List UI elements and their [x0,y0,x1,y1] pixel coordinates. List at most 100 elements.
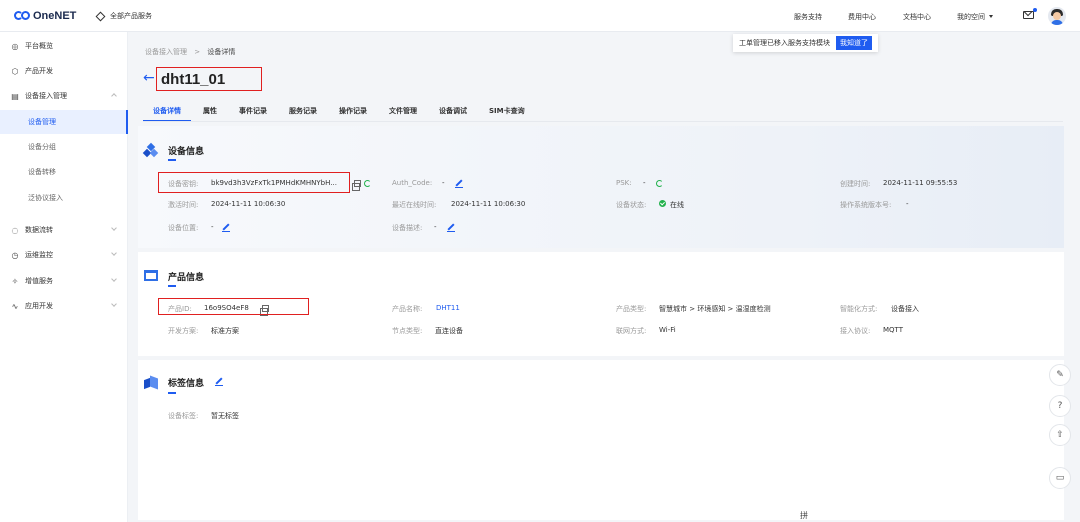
monitor-icon: ◷ [11,250,19,260]
edit-pencil-icon[interactable] [222,223,230,231]
tab-device-debug[interactable]: 设备调试 [439,103,467,120]
mail-icon[interactable] [1023,11,1034,19]
notice-dismiss-button[interactable]: 我知道了 [836,36,872,50]
nav-service-support[interactable]: 服务支持 [794,12,822,22]
app-dev-icon: ∿ [11,301,19,311]
edit-pencil-icon[interactable] [215,377,223,385]
sidebar-item-label: 应用开发 [25,302,53,310]
device-cube-icon [142,142,159,158]
my-space-menu[interactable]: 我的空间 [957,12,993,22]
diamond-icon [95,11,106,21]
tab-attributes[interactable]: 属性 [203,103,217,120]
avatar[interactable] [1048,7,1066,25]
chevron-down-icon [111,225,117,231]
sidebar-subitem-device-group[interactable]: 设备分组 [0,135,128,159]
device-desc-value: - [434,223,437,231]
highlight-box-device-key [158,172,350,193]
sidebar-subitem-generic-protocol[interactable]: 泛协议接入 [0,186,128,210]
node-type-value: 直连设备 [435,327,463,335]
panel-icon: ▭ [1055,473,1065,483]
sidebar-item-label: 产品开发 [25,67,53,75]
psk-value: - [643,179,646,187]
back-to-top-button[interactable]: ⇧ [1049,424,1071,446]
notification-dot [1033,8,1037,12]
tab-device-details[interactable]: 设备详情 [143,103,191,122]
online-check-icon [659,200,666,207]
sidebar-item-product-dev[interactable]: ⬡ 产品开发 [0,59,128,83]
logo-icon [14,10,32,22]
feedback-edit-button[interactable]: ✎ [1049,364,1071,386]
my-space-label: 我的空间 [957,13,985,21]
dashboard-icon: ◎ [11,41,19,51]
sidebar-subitem-device-transfer[interactable]: 设备转移 [0,160,128,184]
question-icon: ? [1057,401,1063,411]
tab-bar: 设备详情 属性 事件记录 服务记录 操作记录 文件管理 设备调试 SIM卡查询 [143,103,547,122]
sidebar-item-device-access[interactable]: ▤ 设备接入管理 [0,84,128,108]
activated-time-value: 2024-11-11 10:06:30 [211,200,286,208]
sidebar-item-data-flow[interactable]: ◌ 数据流转 [0,218,128,242]
device-status-label: 设备状态: [616,201,647,209]
dev-plan-value: 标准方案 [211,327,239,335]
breadcrumb: 设备接入管理 > 设备详情 [145,47,235,57]
device-tags-label: 设备标签: [168,412,199,420]
node-type-label: 节点类型: [392,327,423,335]
refresh-icon[interactable] [656,180,663,187]
notice-banner: 工单管理已移入服务支持模块 我知道了 [733,34,878,52]
tag-info-icon [144,375,158,390]
sidebar: ◎ 平台概览 ⬡ 产品开发 ▤ 设备接入管理 设备管理 设备分组 设备转移 泛协… [0,32,128,522]
product-type-value: 智慧城市 > 环境感知 > 温湿度检测 [659,305,771,313]
edit-underline [447,231,455,232]
os-version-label: 操作系统版本号: [840,201,892,209]
all-products-menu[interactable]: 全部产品服务 [95,11,152,21]
help-button[interactable]: ? [1049,395,1071,417]
onenet-logo[interactable]: OneNET [14,9,76,23]
tag-info-title: 标签信息 [168,379,205,389]
sidebar-item-app-dev[interactable]: ∿ 应用开发 [0,294,128,318]
nav-billing-center[interactable]: 费用中心 [848,12,876,22]
device-info-title: 设备信息 [168,147,205,157]
copy-icon[interactable] [352,180,361,191]
device-location-value: - [211,223,214,231]
sidebar-item-label: 平台概览 [25,42,53,50]
value-added-icon: ✧ [11,276,19,286]
auth-code-label: Auth_Code: [392,179,433,187]
sidebar-item-overview[interactable]: ◎ 平台概览 [0,34,128,58]
tab-service-records[interactable]: 服务记录 [289,103,317,120]
sidebar-item-monitoring[interactable]: ◷ 运维监控 [0,243,128,267]
section-accent [168,159,176,161]
logo-text: OneNET [33,10,77,22]
sidebar-item-label: 运维监控 [25,251,53,259]
chevron-down-icon [989,15,993,18]
tab-file-management[interactable]: 文件管理 [389,103,417,120]
device-location-label: 设备位置: [168,224,199,232]
tab-operation-records[interactable]: 操作记录 [339,103,367,120]
tab-divider [143,121,1063,122]
tab-sim-query[interactable]: SIM卡查询 [489,103,525,120]
tab-event-records[interactable]: 事件记录 [239,103,267,120]
back-arrow-icon[interactable]: ← [143,71,155,85]
breadcrumb-parent[interactable]: 设备接入管理 [145,48,187,56]
sidebar-item-value-added[interactable]: ✧ 增值服务 [0,269,128,293]
highlight-box-title [156,67,262,91]
sidebar-item-label: 增值服务 [25,277,53,285]
chevron-down-icon [111,250,117,256]
sidebar-item-label: 数据流转 [25,226,53,234]
collapse-panel-button[interactable]: ▭ [1049,467,1071,489]
arrow-up-icon: ⇧ [1056,430,1064,440]
top-bar: OneNET 全部产品服务 服务支持 费用中心 文档中心 我的空间 [0,0,1080,32]
refresh-icon[interactable] [364,180,371,187]
product-name-link[interactable]: DHT11 [436,304,460,312]
created-time-label: 创建时间: [840,180,871,188]
product-name-label: 产品名称: [392,305,423,313]
device-status-value: 在线 [670,201,684,209]
sidebar-subitem-device-management[interactable]: 设备管理 [0,110,128,134]
ime-indicator: 拼 [800,511,808,520]
section-accent [168,285,176,287]
tag-info-section: 标签信息 设备标签: 暂无标签 [138,360,1064,520]
all-products-label: 全部产品服务 [110,12,152,20]
highlight-box-product-id [158,298,309,315]
edit-pencil-icon[interactable] [447,223,455,231]
edit-pencil-icon[interactable] [455,179,463,187]
chevron-down-icon [111,301,117,307]
nav-docs-center[interactable]: 文档中心 [903,12,931,22]
